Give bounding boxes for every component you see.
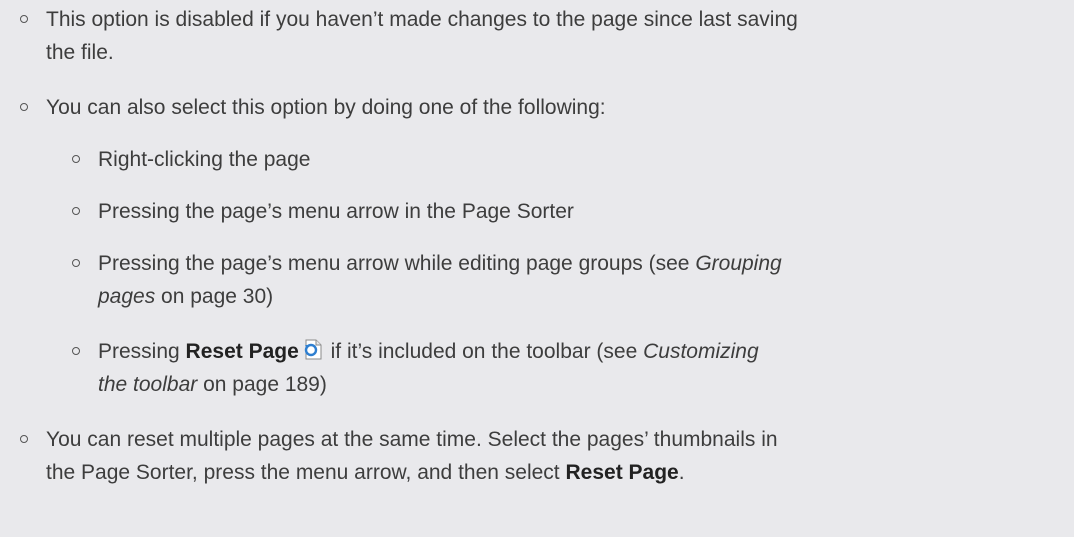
bullet-icon bbox=[72, 259, 80, 267]
sub-item-text-before: Pressing bbox=[98, 340, 186, 363]
sub-item-text: Right-clicking the page bbox=[98, 148, 311, 171]
list-item-text-after: . bbox=[678, 461, 685, 484]
list-item-disabled-note: This option is disabled if you haven’t m… bbox=[0, 3, 806, 69]
bullet-icon bbox=[72, 155, 80, 163]
bullet-icon bbox=[20, 15, 28, 23]
list-item-multiple-pages: You can reset multiple pages at the same… bbox=[0, 423, 806, 489]
bullet-icon bbox=[72, 207, 80, 215]
sub-item-text-after: on page 30) bbox=[155, 285, 274, 308]
list-item-text: You can also select this option by doing… bbox=[46, 96, 606, 119]
sub-item-text-middle: if it’s included on the toolbar (see bbox=[324, 340, 644, 363]
sub-item-page-groups: Pressing the page’s menu arrow while edi… bbox=[0, 247, 788, 313]
sub-item-right-click: Right-clicking the page bbox=[0, 143, 798, 176]
reset-page-icon bbox=[303, 339, 323, 360]
list-item-select-options: You can also select this option by doing… bbox=[0, 91, 806, 124]
bullet-icon bbox=[72, 347, 80, 355]
reset-page-label: Reset Page bbox=[565, 461, 679, 484]
sub-item-text-before: Pressing the page’s menu arrow while edi… bbox=[98, 252, 696, 275]
bullet-icon bbox=[20, 435, 28, 443]
sub-item-page-sorter: Pressing the page’s menu arrow in the Pa… bbox=[0, 195, 798, 228]
bullet-icon bbox=[20, 103, 28, 111]
help-page: This option is disabled if you haven’t m… bbox=[0, 0, 1074, 537]
reset-page-label: Reset Page bbox=[185, 340, 299, 363]
sub-item-text-after: on page 189) bbox=[197, 373, 327, 396]
sub-item-text: Pressing the page’s menu arrow in the Pa… bbox=[98, 200, 574, 223]
sub-item-reset-button: Pressing Reset Page if it’s included on … bbox=[0, 335, 788, 401]
list-item-text: This option is disabled if you haven’t m… bbox=[46, 8, 798, 64]
